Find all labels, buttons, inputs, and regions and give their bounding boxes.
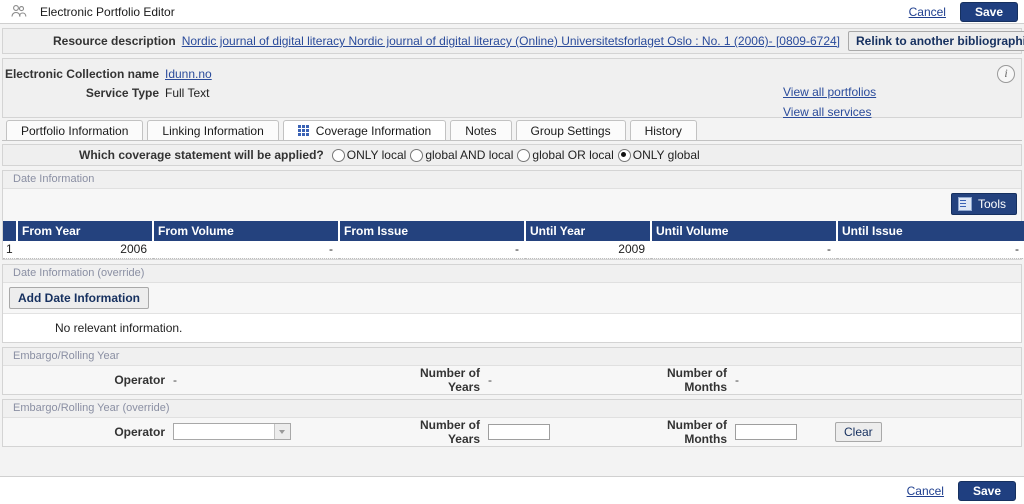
date-information-override-title: Date Information (override) <box>3 264 1021 283</box>
electronic-portfolio-editor-window: Electronic Portfolio Editor Cancel Save … <box>0 0 1024 504</box>
collection-name-link[interactable]: Idunn.no <box>165 67 212 81</box>
cell-from-volume: - <box>153 241 339 259</box>
column-header-until-issue[interactable]: Until Issue <box>837 221 1024 241</box>
radio-only-global[interactable]: ONLY global <box>617 148 700 162</box>
tab-notes[interactable]: Notes <box>450 120 512 140</box>
collection-name-label: Electronic Collection name <box>4 67 159 81</box>
window-titlebar: Electronic Portfolio Editor Cancel Save <box>0 0 1024 24</box>
embargo-rolling-year-section: Embargo/Rolling Year Operator - Number o… <box>2 346 1022 395</box>
date-information-section: Date Information Tools From Year From Vo… <box>2 170 1024 260</box>
view-all-services-link[interactable]: View all services <box>783 105 876 119</box>
embargo-rolling-year-override-section: Embargo/Rolling Year (override) Operator… <box>2 398 1022 447</box>
page-title: Electronic Portfolio Editor <box>40 4 175 19</box>
cancel-button-bottom[interactable]: Cancel <box>899 484 952 498</box>
add-date-information-button[interactable]: Add Date Information <box>9 286 149 309</box>
collection-name-row: Electronic Collection name Idunn.no <box>3 67 1021 86</box>
coverage-statement-radio-group: ONLY local global AND local global OR lo… <box>331 148 704 162</box>
view-all-portfolios-link[interactable]: View all portfolios <box>783 85 876 99</box>
tab-label: Linking Information <box>162 123 264 138</box>
cell-from-issue: - <box>339 241 525 259</box>
radio-circle-icon <box>331 148 345 162</box>
radio-circle-icon <box>517 148 531 162</box>
people-group-icon <box>10 4 28 20</box>
embargo-override-row: Operator Number of Years Number of Month… <box>3 417 1021 446</box>
tab-label: Notes <box>465 123 497 138</box>
grid-icon <box>297 125 309 136</box>
tab-label: History <box>644 123 682 138</box>
table-row[interactable]: 1 2006 - - 2009 - - <box>3 241 1024 259</box>
table-header-row: From Year From Volume From Issue Until Y… <box>3 221 1024 241</box>
tab-label: Portfolio Information <box>21 123 129 138</box>
date-information-section-title: Date Information <box>3 171 1021 189</box>
embargo-operator-value: - <box>173 372 177 387</box>
column-header-from-issue[interactable]: From Issue <box>339 221 526 241</box>
info-icon[interactable]: i <box>997 65 1015 83</box>
radio-label: global AND local <box>425 148 514 162</box>
tools-button-label: Tools <box>977 197 1006 211</box>
resource-description-link[interactable]: Nordic journal of digital literacy Nordi… <box>182 34 840 48</box>
column-header-until-year[interactable]: Until Year <box>525 221 652 241</box>
tab-group-settings[interactable]: Group Settings <box>515 120 626 140</box>
embargo-rolling-year-override-title: Embargo/Rolling Year (override) <box>3 399 1021 418</box>
column-header-from-volume[interactable]: From Volume <box>153 221 340 241</box>
radio-global-or-local[interactable]: global OR local <box>517 148 614 162</box>
tab-coverage-information[interactable]: Coverage Information <box>282 120 447 140</box>
tools-button[interactable]: Tools <box>950 193 1017 215</box>
radio-global-and-local[interactable]: global AND local <box>410 148 513 162</box>
radio-circle-selected-icon <box>617 148 631 162</box>
coverage-statement-question: Which coverage statement will be applied… <box>79 148 324 162</box>
embargo-years-label: Number of Years <box>420 365 480 394</box>
radio-label: ONLY global <box>632 148 700 162</box>
portfolio-info-panel: Electronic Collection name Idunn.no Serv… <box>2 58 1022 119</box>
embargo-values-row: Operator - Number of Years - Number of M… <box>3 365 1021 394</box>
chevron-down-icon <box>274 424 290 439</box>
coverage-statement-question-row: Which coverage statement will be applied… <box>2 144 1022 166</box>
embargo-override-years-input[interactable] <box>488 423 550 440</box>
resource-description-bar: Resource description Nordic journal of d… <box>2 28 1024 54</box>
service-type-value: Full Text <box>165 86 210 100</box>
cell-until-volume: - <box>651 241 837 259</box>
embargo-override-operator-select[interactable] <box>173 423 291 440</box>
cell-index: 1 <box>3 241 17 259</box>
tools-icon <box>957 197 972 211</box>
panel-right-links: View all portfolios View all services <box>783 85 876 125</box>
embargo-override-months-input[interactable] <box>735 423 797 440</box>
radio-label: ONLY local <box>346 148 407 162</box>
tab-linking-information[interactable]: Linking Information <box>147 120 279 140</box>
date-information-table: From Year From Volume From Issue Until Y… <box>3 221 1024 259</box>
footer-action-bar: Cancel Save <box>0 476 1024 504</box>
clear-button[interactable]: Clear <box>835 421 882 442</box>
column-header-index[interactable] <box>3 221 18 241</box>
embargo-years-value: - <box>488 372 492 387</box>
save-button-bottom[interactable]: Save <box>957 480 1016 501</box>
embargo-months-value: - <box>735 372 739 387</box>
cell-from-year: 2006 <box>17 241 153 259</box>
resource-description-label: Resource description <box>53 34 176 48</box>
relink-bibliographic-record-button[interactable]: Relink to another bibliographic record <box>848 31 1024 51</box>
tab-portfolio-information[interactable]: Portfolio Information <box>6 120 144 140</box>
embargo-months-label: Number of Months <box>667 365 727 394</box>
embargo-override-operator-label: Operator <box>114 424 165 439</box>
embargo-operator-label: Operator <box>114 372 165 387</box>
radio-circle-icon <box>410 148 424 162</box>
cell-until-issue: - <box>837 241 1024 259</box>
tab-label: Coverage Information <box>315 123 432 138</box>
embargo-rolling-year-title: Embargo/Rolling Year <box>3 347 1021 366</box>
no-relevant-information-message: No relevant information. <box>3 312 1021 342</box>
tab-label: Group Settings <box>530 123 611 138</box>
save-button-top[interactable]: Save <box>959 1 1018 22</box>
cancel-button-top[interactable]: Cancel <box>901 5 954 19</box>
column-header-until-volume[interactable]: Until Volume <box>651 221 838 241</box>
tab-history[interactable]: History <box>629 120 697 140</box>
embargo-override-years-label: Number of Years <box>420 417 480 446</box>
embargo-override-months-label: Number of Months <box>667 417 727 446</box>
date-information-override-section: Date Information (override) Add Date Inf… <box>2 263 1022 343</box>
column-header-from-year[interactable]: From Year <box>17 221 154 241</box>
date-information-toolbar: Tools <box>3 189 1021 221</box>
service-type-label: Service Type <box>85 86 159 100</box>
radio-only-local[interactable]: ONLY local <box>331 148 407 162</box>
radio-label: global OR local <box>532 148 614 162</box>
cell-until-year: 2009 <box>525 241 651 259</box>
